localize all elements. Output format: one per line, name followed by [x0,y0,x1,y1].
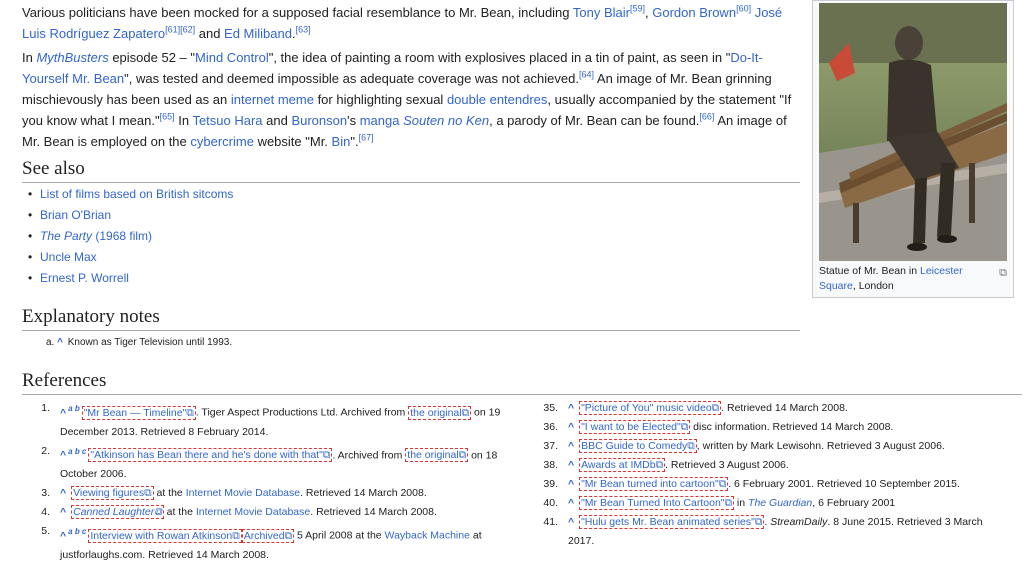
external-link-icon: ⧉ [711,402,720,414]
link-uncle-max[interactable]: Uncle Max [40,250,97,264]
reference-item: 39. ^ "Mr Bean turned into cartoon"⧉. 6 F… [543,477,960,491]
external-link-icon: ⧉ [718,478,727,490]
ref-link-bbc-guide[interactable]: BBC Guide to Comedy⧉ [579,439,697,453]
ref-link-interview[interactable]: Interview with Rowan Atkinson⧉ [88,528,242,543]
reference-item: 1. ^ a b "Mr Bean — Timeline"⧉. Tiger Aspec… [41,402,501,438]
note-a: a. ^ Known as Tiger Television until 199… [46,337,233,348]
external-link-icon: ⧉ [687,440,695,452]
link-buronson[interactable]: Buronson [291,113,347,128]
external-link-icon: ⧉ [322,449,331,461]
link-mythbusters[interactable]: MythBusters [36,50,108,65]
reference-item: 36. ^ "I want to be Elected"⧉ disc inform… [543,420,894,434]
enlarge-icon[interactable]: ⧉ [999,267,1007,280]
link-brian-obrian[interactable]: Brian O'Brian [40,208,111,222]
cite-65[interactable]: [65] [160,112,175,122]
reference-item: 37. ^ BBC Guide to Comedy⧉, written by Ma… [543,439,945,453]
link-double-entendres[interactable]: double entendres [447,92,547,107]
ref-link-picture-of-you[interactable]: "Picture of You" music video⧉ [579,401,722,415]
external-link-icon: ⧉ [144,487,152,499]
cite-63[interactable]: [63] [296,25,311,35]
external-link-icon: ⧉ [154,506,162,518]
see-also-list: List of films based on British sitcoms B… [22,184,233,289]
backlinks[interactable]: a b c [68,447,86,456]
list-item: Brian O'Brian [28,205,233,226]
reference-item: 40. ^ "Mr Bean Turned Into Cartoon"⧉ in T… [543,496,896,510]
link-internet-meme[interactable]: internet meme [231,92,314,107]
cite-59[interactable]: [59] [630,4,645,14]
link-the-party[interactable]: The Party (1968 film) [40,229,152,243]
cite-67[interactable]: [67] [359,133,374,143]
external-link-icon: ⧉ [724,497,733,509]
cite-66[interactable]: [66] [699,112,714,122]
external-link-icon: ⧉ [461,406,470,419]
reference-item: 4. ^ Canned Laughter⧉ at the Internet Mov… [41,505,437,519]
note-backlink[interactable]: ^ [57,337,63,348]
paragraph-mythbusters: In MythBusters episode 52 – "Mind Contro… [22,50,792,149]
backlinks[interactable]: a b [68,404,80,413]
list-item: List of films based on British sitcoms [28,184,233,205]
link-tetsuo-hara[interactable]: Tetsuo Hara [192,113,262,128]
cite-64[interactable]: [64] [579,70,594,80]
link-ed-miliband[interactable]: Ed Miliband [224,26,292,41]
reference-item: 35. ^ "Picture of You" music video⧉. Retr… [543,401,848,415]
backlinks[interactable]: a b c [68,527,86,536]
reference-item: 3. ^ Viewing figures⧉ at the Internet Mov… [41,486,427,500]
references-list-right: 35. ^ "Picture of You" music video⧉. Retr… [530,399,1000,551]
list-item: Ernest P. Worrell [28,268,233,289]
link-list-of-films[interactable]: List of films based on British sitcoms [40,187,233,201]
ref-link-turned-into-cartoon[interactable]: "Mr Bean turned into cartoon"⧉ [579,477,729,491]
ref-link-cartoon-guardian[interactable]: "Mr Bean Turned Into Cartoon"⧉ [579,496,735,510]
link-tony-blair[interactable]: Tony Blair [573,5,630,20]
link-manga[interactable]: manga [360,113,400,128]
list-item: The Party (1968 film) [28,226,233,247]
ref-link-elected[interactable]: "I want to be Elected"⧉ [579,420,691,434]
reference-item: 5. ^ a b c Interview with Rowan Atkinson⧉ Ar… [41,525,482,561]
ref-link-viewing-figures[interactable]: Viewing figures⧉ [71,486,154,500]
external-link-icon: ⧉ [680,421,689,433]
link-imdb[interactable]: Internet Movie Database [186,487,300,499]
link-the-guardian[interactable]: The Guardian [748,497,812,509]
statue-photo[interactable] [819,3,1007,261]
link-wayback-machine[interactable]: Wayback Machine [385,530,470,542]
external-link-icon: ⧉ [284,529,293,542]
external-link-icon: ⧉ [186,406,194,419]
ref-link-canned-laughter[interactable]: Canned Laughter⧉ [71,505,164,519]
ref-link-timeline[interactable]: "Mr Bean — Timeline"⧉ [81,405,196,420]
heading-see-also: See also [22,158,800,183]
ref-link-original[interactable]: the original⧉ [408,405,472,420]
link-ernest-worrell[interactable]: Ernest P. Worrell [40,271,129,285]
ref-link-atkinson[interactable]: "Atkinson has Bean there and he's done w… [88,448,333,462]
link-souten-no-ken[interactable]: Souten no Ken [403,113,489,128]
link-mind-control[interactable]: Mind Control [195,50,269,65]
link-cybercrime[interactable]: cybercrime [190,134,254,149]
external-link-icon: ⧉ [458,449,467,461]
cite-60[interactable]: [60] [736,4,751,14]
cite-61-62[interactable]: [61][62] [165,25,195,35]
list-item: Uncle Max [28,247,233,268]
references-list-left: 1. ^ a b "Mr Bean — Timeline"⧉. Tiger Aspec… [22,399,517,565]
heading-explanatory-notes: Explanatory notes [22,306,800,331]
link-gordon-brown[interactable]: Gordon Brown [652,5,736,20]
link-imdb[interactable]: Internet Movie Database [196,506,310,518]
image-caption: Statue of Mr. Bean in Leicester Square, … [819,265,963,292]
heading-references: References [22,370,1022,395]
external-link-icon: ⧉ [655,459,664,471]
reference-item: 41. ^ "Hulu gets Mr. Bean animated series… [543,515,983,547]
ref-link-archived[interactable]: Archived⧉ [241,528,295,543]
ref-link-original[interactable]: the original⧉ [405,448,469,462]
image-thumbnail: Statue of Mr. Bean in Leicester Square, … [812,0,1014,298]
link-bin[interactable]: Bin [332,134,351,149]
reference-item: 2. ^ a b c "Atkinson has Bean there and he'… [41,444,498,481]
external-link-icon: ⧉ [232,529,240,542]
reference-item: 38. ^ Awards at IMDb⧉. Retrieved 3 August… [543,458,789,472]
ref-link-awards-imdb[interactable]: Awards at IMDb⧉ [579,458,666,472]
ref-link-hulu[interactable]: "Hulu gets Mr. Bean animated series"⧉ [579,515,765,529]
external-link-icon: ⧉ [754,516,763,528]
paragraph-politicians: Various politicians have been mocked for… [22,3,783,41]
